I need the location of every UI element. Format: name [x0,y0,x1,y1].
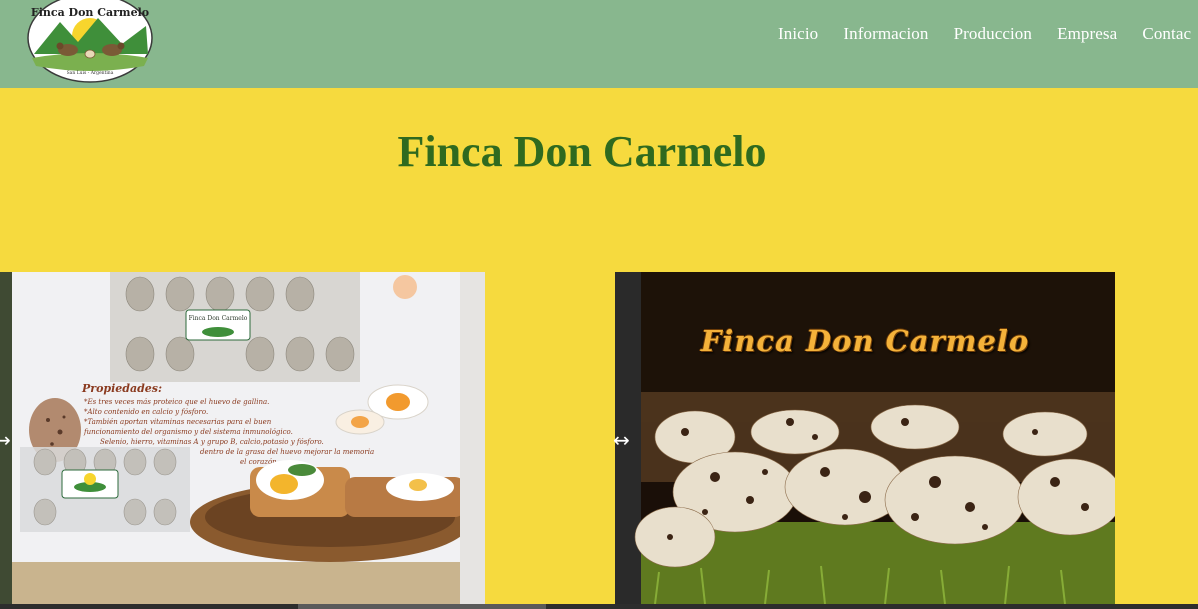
box-label-text: Finca Don Carmelo [189,315,248,322]
props-line: *También aportan vitaminas necesarias pa… [84,418,272,426]
props-line: *Es tres veces más proteico que el huevo… [84,398,269,406]
nav-menu: Inicio Informacion Produccion Empresa Co… [778,24,1198,44]
props-line: funcionamiento del organismo y del siste… [83,428,293,436]
scrollbar-thumb[interactable] [298,604,546,609]
logo-text-bottom: San Luis - Argentina [67,70,114,76]
nav-link-contacto[interactable]: Contac [1142,24,1191,44]
props-line: dentro de la grasa del huevo mejorar la … [200,448,374,456]
nav-link-empresa[interactable]: Empresa [1057,24,1117,44]
left-right-arrow-icon[interactable]: ↔ [0,430,11,450]
logo-text-top: Finca Don Carmelo [31,6,149,19]
nav-link-informacion[interactable]: Informacion [843,24,928,44]
carousel-slide-product[interactable]: Finca Don Carmelo Propiedades: *Es tres … [0,272,485,604]
nav-link-produccion[interactable]: Produccion [954,24,1032,44]
page-title: Finca Don Carmelo [397,127,767,176]
navbar: Finca Don Carmelo San Luis - Argentina I… [0,0,1198,88]
carousel-scrollbar[interactable] [0,604,1198,609]
nav-link-inicio[interactable]: Inicio [778,24,818,44]
eggs-photo [615,272,1115,604]
carousel-slide-eggs[interactable]: Finca Don Carmelo [615,272,1115,604]
props-line: *Alto contenido en calcio y fósforo. [84,408,208,416]
left-right-arrow-icon[interactable]: ↔ [613,430,630,450]
logo-emblem: Finca Don Carmelo San Luis - Argentina [27,0,153,83]
slide-overlay-title: Finca Don Carmelo [700,324,1030,358]
product-photo: Finca Don Carmelo Propiedades: *Es tres … [0,272,485,604]
props-title: Propiedades: [81,382,162,395]
site-logo[interactable]: Finca Don Carmelo San Luis - Argentina [26,0,154,84]
props-line: Selenio, hierro, vitaminas A y grupo B, … [100,438,324,446]
